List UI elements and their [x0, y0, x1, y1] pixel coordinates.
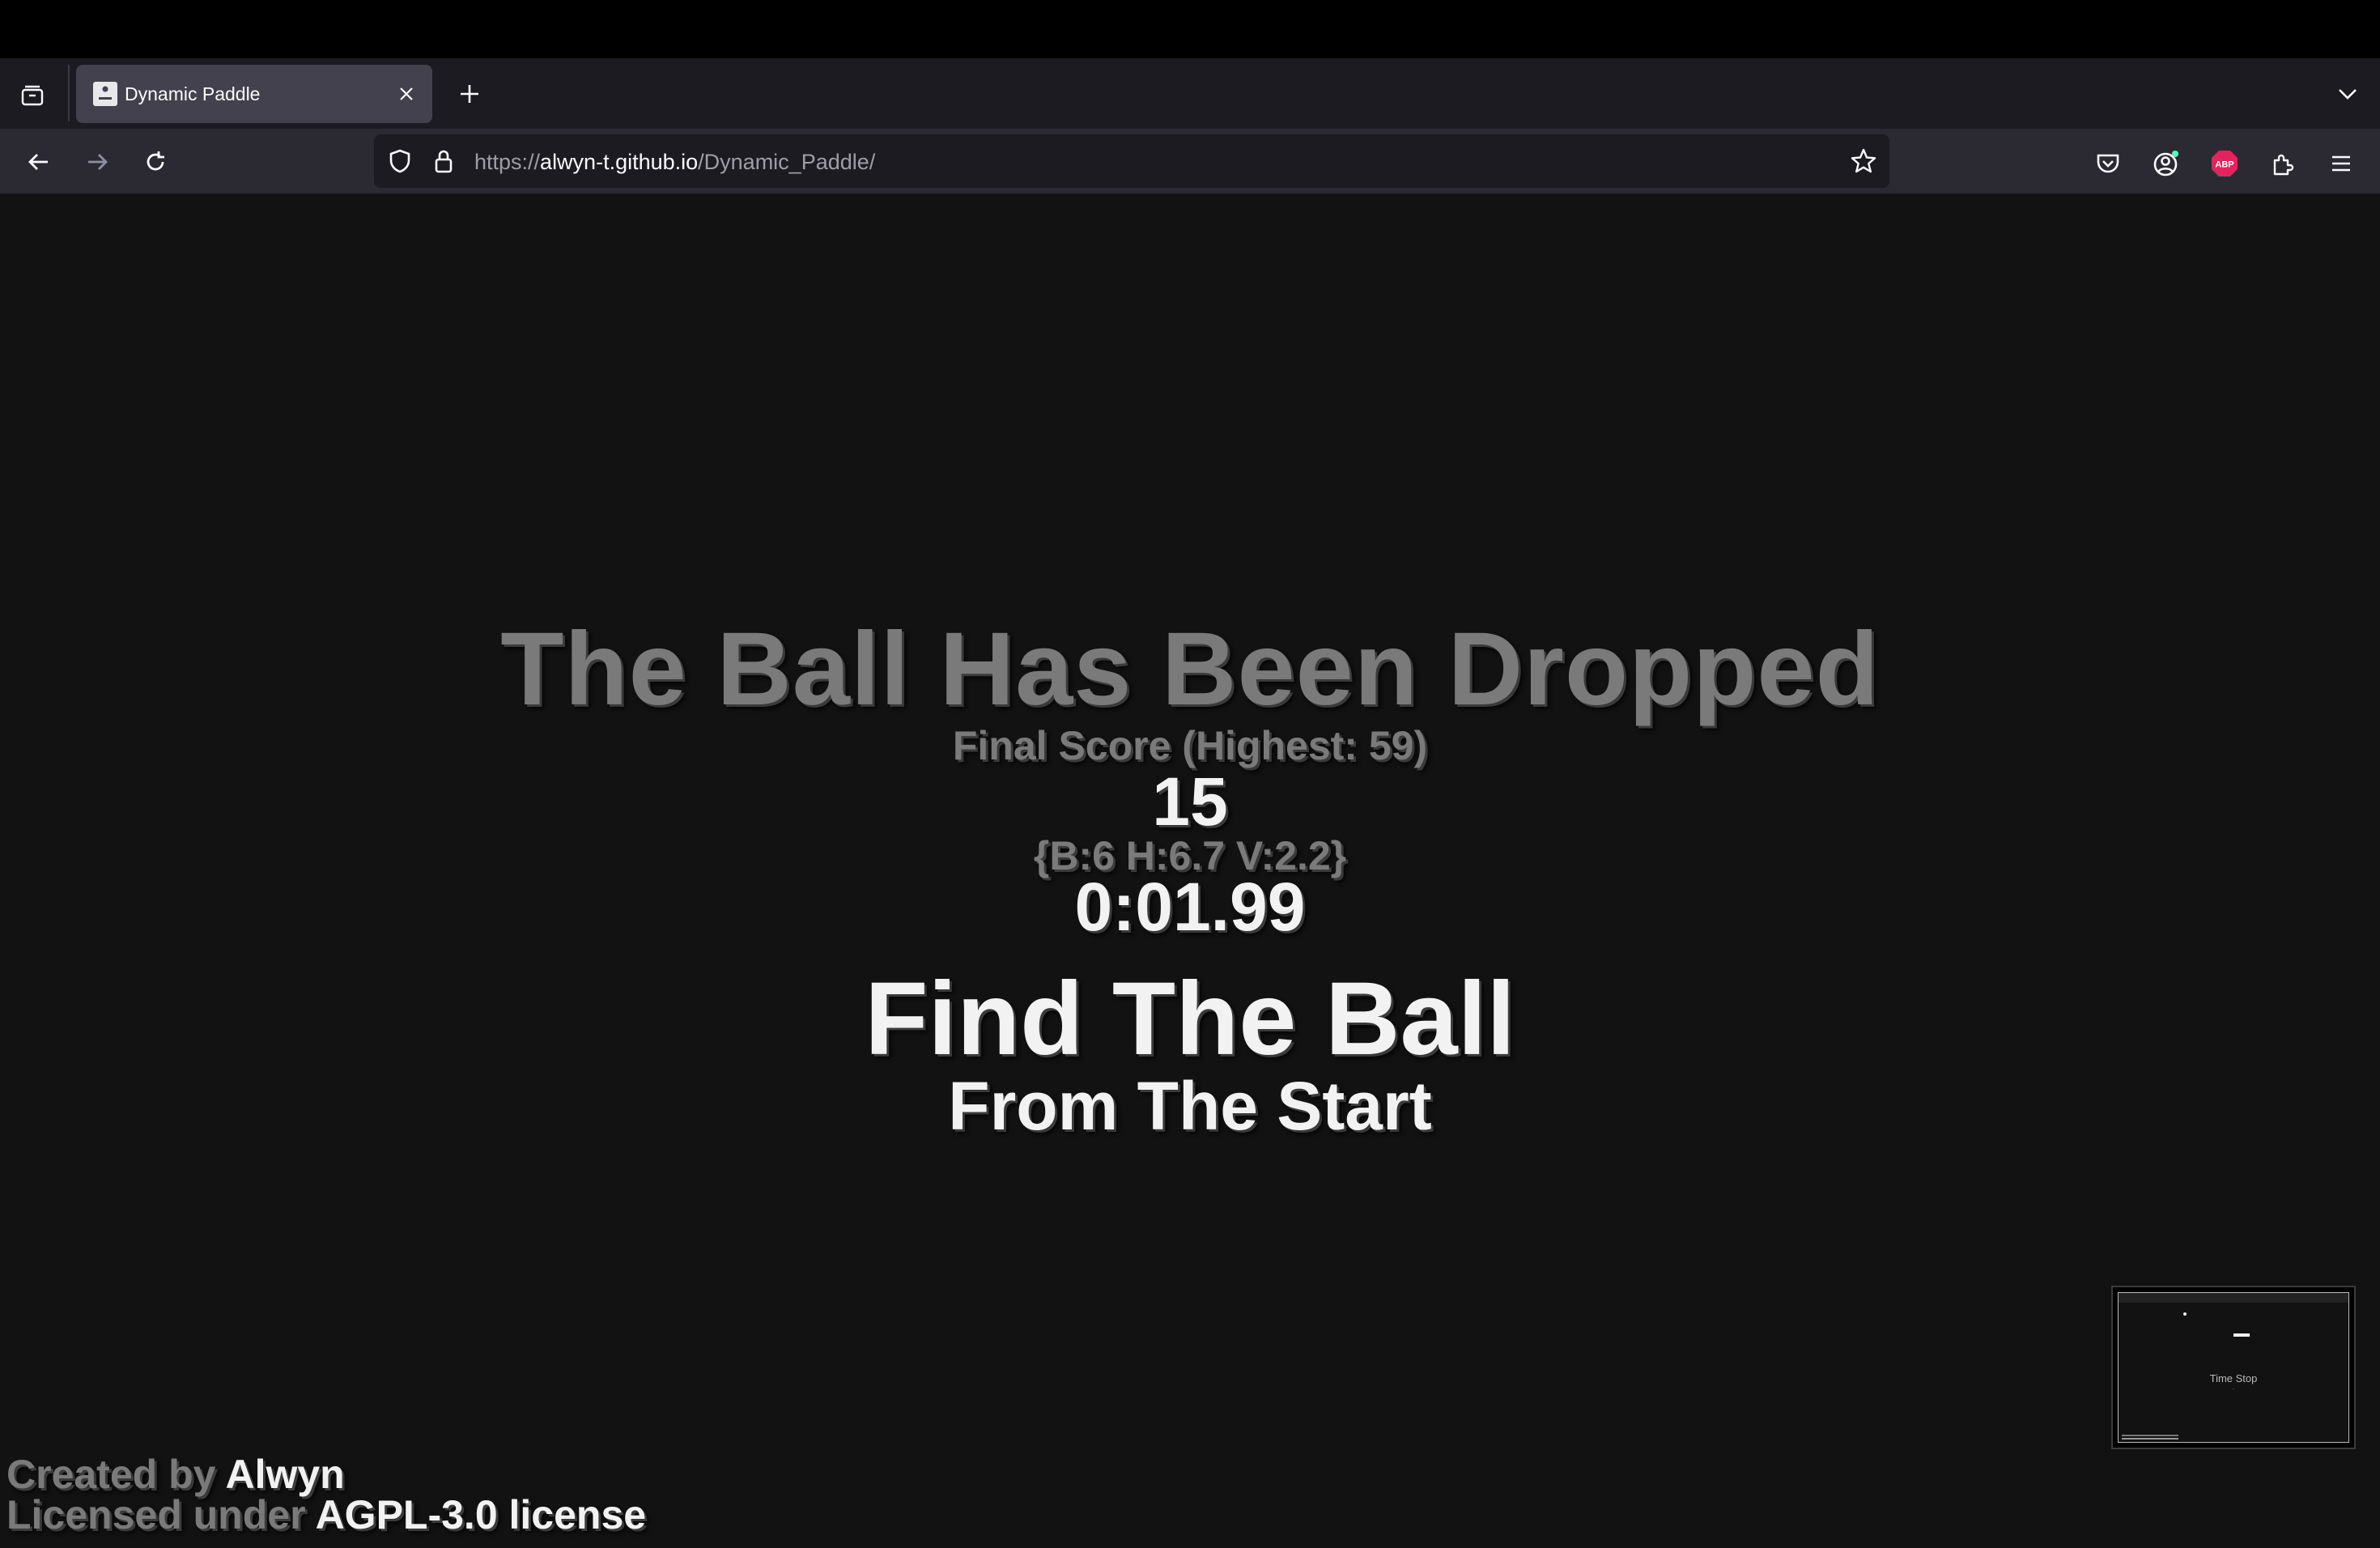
preview-caption: Time Stop: [2209, 1372, 2258, 1384]
tracking-protection-shield-icon[interactable]: [385, 147, 414, 176]
preview-thumbnail: Time Stop ·: [2118, 1292, 2349, 1443]
firefox-view-button[interactable]: [15, 78, 50, 113]
application-menu-button[interactable]: [2323, 146, 2359, 181]
created-by-label: Created by: [6, 1452, 216, 1497]
plus-icon: [461, 85, 478, 103]
url-text[interactable]: https://alwyn-t.github.io/Dynamic_Paddle…: [474, 149, 875, 175]
new-tab-button[interactable]: [452, 76, 487, 112]
tab-divider: [68, 65, 70, 121]
preview-credits: [2122, 1435, 2178, 1440]
extensions-button[interactable]: [2265, 146, 2301, 181]
hamburger-menu-icon: [2332, 155, 2350, 172]
license-link[interactable]: AGPL-3.0 license: [316, 1492, 647, 1537]
elapsed-time: 0:01.99: [1074, 869, 1306, 945]
svg-text:ABP: ABP: [2215, 160, 2233, 170]
puzzle-piece-icon: [2273, 154, 2294, 176]
license-line: Licensed under AGPL-3.0 license: [6, 1495, 646, 1535]
url-host: alwyn-t.github.io: [540, 150, 699, 174]
reload-icon: [147, 151, 164, 171]
page-favicon-icon: [92, 81, 118, 107]
list-all-tabs-button[interactable]: [2330, 76, 2365, 112]
preview-ball: [2183, 1312, 2187, 1316]
account-icon: [2153, 151, 2178, 176]
close-icon: [400, 87, 413, 100]
preview-paddle: [2233, 1333, 2250, 1337]
bookmark-star-icon[interactable]: [1849, 147, 1878, 176]
pocket-button[interactable]: [2090, 146, 2126, 181]
preview-score-mark: ·: [2232, 1385, 2235, 1393]
back-button[interactable]: [21, 144, 57, 180]
url-path: /Dynamic_Paddle/: [698, 150, 876, 174]
url-scheme: https://: [474, 150, 541, 174]
from-the-start-subtitle: From The Start: [948, 1068, 1432, 1144]
arrow-left-icon: [28, 154, 48, 170]
game-over-title: The Ball Has Been Dropped: [500, 611, 1880, 727]
pocket-icon: [2097, 154, 2119, 173]
preview-browser-chrome: [2119, 1293, 2348, 1303]
adblock-plus-icon: ABP: [2212, 151, 2238, 176]
tab-title: Dynamic Paddle: [125, 83, 261, 104]
tab-dynamic-paddle[interactable]: Dynamic Paddle: [76, 65, 432, 123]
chevron-down-icon: [2339, 89, 2357, 100]
adblock-plus-button[interactable]: ABP: [2207, 146, 2242, 181]
final-score-value: 15: [1152, 763, 1228, 840]
credits: Created by Alwyn Licensed under AGPL-3.0…: [6, 1454, 646, 1535]
forward-button[interactable]: [79, 144, 115, 180]
lock-icon[interactable]: [429, 147, 458, 176]
author-link[interactable]: Alwyn: [225, 1452, 344, 1497]
arrow-right-icon: [88, 154, 108, 170]
macos-title-bar: [0, 0, 2380, 58]
licensed-under-label: Licensed under: [6, 1492, 306, 1537]
find-the-ball-prompt[interactable]: Find The Ball: [0, 960, 2380, 1078]
screen-recording-preview[interactable]: Time Stop ·: [2111, 1286, 2356, 1449]
created-by-line: Created by Alwyn: [6, 1454, 646, 1495]
account-button[interactable]: [2148, 146, 2184, 181]
reload-button[interactable]: [138, 144, 173, 180]
tab-list-icon: [21, 85, 44, 106]
url-bar[interactable]: https://alwyn-t.github.io/Dynamic_Paddle…: [374, 134, 1889, 188]
close-tab-button[interactable]: [392, 79, 421, 108]
